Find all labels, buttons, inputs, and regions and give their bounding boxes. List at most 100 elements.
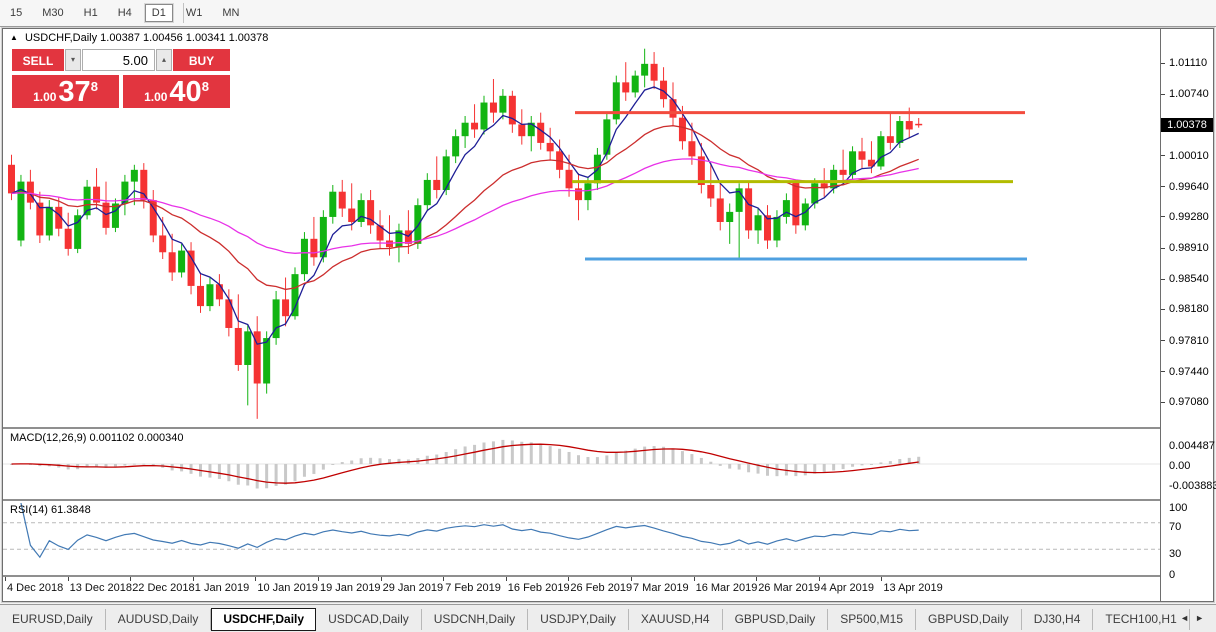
timeframe-button-m30[interactable]: M30: [35, 4, 70, 22]
rsi-label: RSI(14) 61.3848: [10, 504, 91, 516]
price-tick-label: 1.01110: [1169, 57, 1207, 69]
timeframe-toolbar: 15 M30 H1 H4 D1 W1 MN: [0, 0, 1216, 27]
rsi-indicator-pane[interactable]: RSI(14) 61.3848: [3, 501, 1160, 577]
date-tick-mark: [130, 577, 131, 581]
rsi-axis-label: 0: [1169, 569, 1175, 581]
date-tick-label: 7 Mar 2019: [633, 582, 689, 594]
date-tick-label: 26 Feb 2019: [570, 582, 632, 594]
chart-tab-audusd[interactable]: AUDUSD,Daily: [106, 609, 212, 630]
date-tick-label: 22 Dec 2018: [132, 582, 194, 594]
chart-tab-usdcad[interactable]: USDCAD,Daily: [316, 609, 422, 630]
date-tick-label: 16 Mar 2019: [696, 582, 758, 594]
sell-price-prefix: 1.00: [33, 90, 56, 105]
main-chart-pane[interactable]: ▲ USDCHF,Daily 1.00387 1.00456 1.00341 1…: [3, 29, 1160, 429]
macd-label: MACD(12,26,9) 0.001102 0.000340: [10, 432, 183, 444]
volume-increase-button[interactable]: ▴: [156, 49, 172, 71]
tab-scroll-right-icon[interactable]: ►: [1195, 613, 1210, 623]
rsi-chart: [3, 501, 1160, 575]
volume-decrease-button[interactable]: ▾: [65, 49, 81, 71]
sell-button[interactable]: SELL: [12, 49, 64, 71]
chart-tab-gbpusd[interactable]: GBPUSD,Daily: [916, 609, 1022, 630]
date-tick-mark: [381, 577, 382, 581]
rsi-axis-label: 100: [1169, 502, 1187, 514]
price-tick-mark: [1161, 216, 1165, 217]
date-tick-mark: [631, 577, 632, 581]
rsi-axis-label: 30: [1169, 548, 1181, 560]
date-tick-mark: [694, 577, 695, 581]
chart-window: ▲ USDCHF,Daily 1.00387 1.00456 1.00341 1…: [2, 28, 1214, 602]
chart-tab-gbpusd[interactable]: GBPUSD,Daily: [723, 609, 829, 630]
price-tick-label: 0.98180: [1169, 303, 1209, 315]
collapse-icon[interactable]: ▲: [10, 33, 18, 42]
date-tick-label: 1 Jan 2019: [195, 582, 249, 594]
price-tick-mark: [1161, 155, 1165, 156]
price-tick-label: 1.00740: [1169, 88, 1209, 100]
date-tick-mark: [318, 577, 319, 581]
price-tick-mark: [1161, 340, 1165, 341]
chart-tab-usdjpy[interactable]: USDJPY,Daily: [528, 609, 629, 630]
price-tick-label: 0.99280: [1169, 211, 1209, 223]
price-tick-mark: [1161, 309, 1165, 310]
date-tick-label: 7 Feb 2019: [445, 582, 501, 594]
date-tick-mark: [506, 577, 507, 581]
price-tick-mark: [1161, 63, 1165, 64]
rsi-axis-label: 70: [1169, 521, 1181, 533]
macd-axis-label: 0.00: [1169, 460, 1190, 472]
price-tick-mark: [1161, 279, 1165, 280]
date-tick-mark: [5, 577, 6, 581]
buy-price-prefix: 1.00: [144, 90, 167, 105]
buy-price-box[interactable]: 1.00408: [123, 75, 230, 108]
timeframe-button-mn[interactable]: MN: [215, 4, 246, 22]
sell-price-big: 37: [58, 79, 90, 105]
chart-tab-dj30[interactable]: DJ30,H4: [1022, 609, 1094, 630]
tab-scroll-arrows: ◄►: [1180, 613, 1210, 623]
price-tick-mark: [1161, 186, 1165, 187]
date-tick-mark: [881, 577, 882, 581]
chevron-up-icon: ▴: [162, 55, 166, 64]
date-tick-mark: [568, 577, 569, 581]
chart-tab-eurusd[interactable]: EURUSD,Daily: [0, 609, 106, 630]
chart-ohlc-values: 1.00387 1.00456 1.00341 1.00378: [100, 32, 268, 44]
buy-button[interactable]: BUY: [173, 49, 230, 71]
tab-scroll-left-icon[interactable]: ◄: [1180, 613, 1195, 623]
macd-axis-label: 0.004487: [1169, 440, 1215, 452]
price-tick-label: 0.98910: [1169, 242, 1209, 254]
price-tick-label: 1.00010: [1169, 150, 1209, 162]
price-tick-mark: [1161, 402, 1165, 403]
date-tick-label: 10 Jan 2019: [257, 582, 318, 594]
date-axis[interactable]: 4 Dec 201813 Dec 201822 Dec 20181 Jan 20…: [3, 577, 1160, 601]
current-price-marker: 1.00378: [1161, 118, 1213, 132]
timeframe-button-h1[interactable]: H1: [77, 4, 105, 22]
date-tick-mark: [193, 577, 194, 581]
chart-symbol-label: USDCHF,Daily: [25, 32, 97, 44]
chart-tab-usdchf[interactable]: USDCHF,Daily: [211, 608, 316, 631]
chart-tab-xauusd[interactable]: XAUUSD,H4: [629, 609, 723, 630]
price-tick-mark: [1161, 248, 1165, 249]
date-tick-mark: [819, 577, 820, 581]
chart-tab-sp500[interactable]: SP500,M15: [828, 609, 916, 630]
timeframe-button-h4[interactable]: H4: [111, 4, 139, 22]
date-tick-label: 4 Dec 2018: [7, 582, 63, 594]
buy-price-big: 40: [169, 79, 201, 105]
date-tick-mark: [756, 577, 757, 581]
date-tick-label: 26 Mar 2019: [758, 582, 820, 594]
date-tick-label: 16 Feb 2019: [508, 582, 570, 594]
price-tick-label: 0.98540: [1169, 273, 1209, 285]
macd-indicator-pane[interactable]: MACD(12,26,9) 0.001102 0.000340: [3, 429, 1160, 501]
date-tick-mark: [255, 577, 256, 581]
chart-tab-usdcnh[interactable]: USDCNH,Daily: [422, 609, 528, 630]
date-tick-label: 19 Jan 2019: [320, 582, 381, 594]
date-tick-label: 29 Jan 2019: [383, 582, 444, 594]
sell-price-box[interactable]: 1.00378: [12, 75, 119, 108]
chart-tab-bar: EURUSD,DailyAUDUSD,DailyUSDCHF,DailyUSDC…: [0, 604, 1216, 632]
volume-input[interactable]: [82, 49, 155, 71]
timeframe-button-d1[interactable]: D1: [145, 4, 173, 22]
sell-price-superscript: 8: [91, 80, 98, 93]
timeframe-button-w1[interactable]: W1: [179, 4, 210, 22]
price-tick-label: 0.99640: [1169, 181, 1209, 193]
price-tick-mark: [1161, 94, 1165, 95]
timeframe-button-15[interactable]: 15: [3, 4, 29, 22]
price-scale[interactable]: 1.01110 1.00740 1.00010 0.99640 0.99280 0.989…: [1160, 29, 1213, 601]
chart-tab-tech100[interactable]: TECH100,H1: [1093, 609, 1189, 630]
price-tick-label: 0.97810: [1169, 335, 1209, 347]
